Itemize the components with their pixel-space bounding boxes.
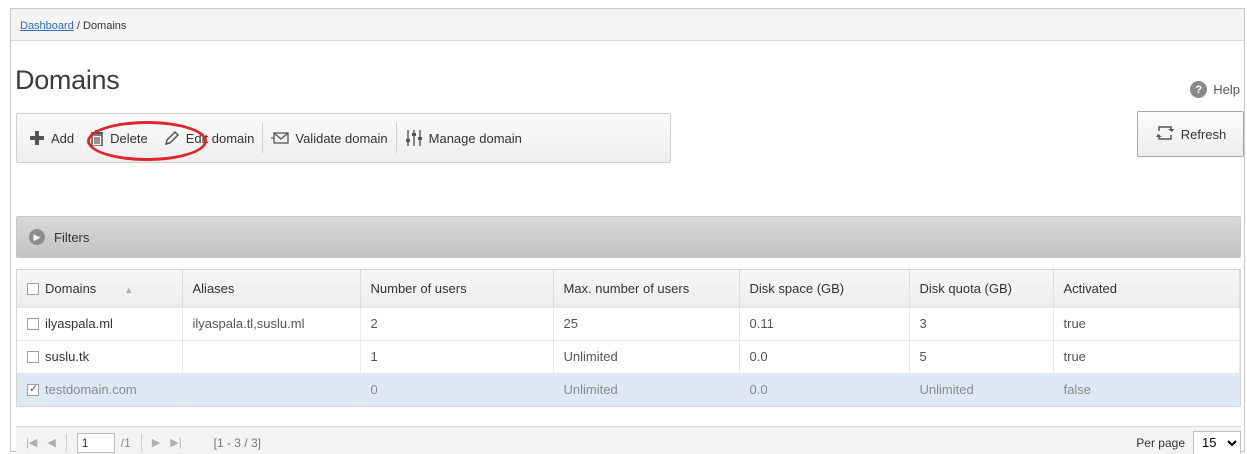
refresh-button[interactable]: Refresh	[1137, 111, 1244, 157]
first-page-icon[interactable]: |◀	[26, 436, 37, 449]
toolbar: Add Delete Edit domain Validate domain M…	[16, 113, 671, 163]
validate-domain-label: Validate domain	[295, 130, 388, 146]
aliases-cell	[182, 373, 361, 406]
next-page-icon[interactable]: ▶	[152, 436, 160, 449]
disk-space-cell: 0.11	[739, 307, 910, 340]
domain-cell: testdomain.com	[17, 373, 183, 406]
delete-label: Delete	[110, 130, 148, 146]
max-users-cell: Unlimited	[553, 340, 740, 373]
aliases-cell: ilyaspala.tl,suslu.ml	[182, 307, 361, 340]
domains-table: Domains ▲ Aliases Number of users Max. nu…	[16, 269, 1241, 407]
help-icon: ?	[1190, 81, 1208, 98]
select-all-checkbox[interactable]	[27, 282, 39, 295]
add-label: Add	[51, 130, 75, 146]
domain-cell: ilyaspala.ml	[17, 307, 183, 340]
column-label: Domains	[45, 280, 97, 296]
pencil-icon	[164, 130, 180, 146]
refresh-icon	[1155, 124, 1175, 145]
domain-cell: suslu.tk	[17, 340, 183, 373]
delete-button[interactable]: Delete	[82, 122, 156, 154]
column-header-number-of-users[interactable]: Number of users	[360, 270, 554, 307]
record-range: [1 - 3 / 3]	[213, 435, 261, 450]
disk-space-cell: 0.0	[739, 373, 910, 406]
refresh-label: Refresh	[1180, 126, 1227, 142]
users-cell: 1	[360, 340, 554, 373]
column-header-disk-quota[interactable]: Disk quota (GB)	[909, 270, 1054, 307]
filters-toggle[interactable]: ▶ Filters	[16, 216, 1241, 258]
per-page-select[interactable]: 15	[1193, 430, 1241, 454]
max-users-cell: 25	[553, 307, 740, 340]
sort-caret-icon: ▲	[124, 284, 134, 295]
disk-quota-cell: Unlimited	[909, 373, 1054, 406]
per-page-label: Per page	[1136, 435, 1185, 450]
column-header-max-users[interactable]: Max. number of users	[553, 270, 740, 307]
pager-divider	[140, 433, 142, 452]
filters-label: Filters	[54, 229, 90, 245]
add-button[interactable]: Add	[21, 122, 82, 154]
expand-arrow-icon: ▶	[29, 229, 45, 245]
row-checkbox[interactable]	[27, 318, 39, 330]
breadcrumb-dashboard-link[interactable]: Dashboard	[20, 20, 74, 32]
edit-domain-button[interactable]: Edit domain	[156, 122, 263, 154]
total-pages: /1	[120, 435, 131, 450]
column-header-disk-space[interactable]: Disk space (GB)	[739, 270, 910, 307]
envelope-check-icon	[271, 131, 290, 145]
pager-divider	[65, 433, 67, 452]
page-title: Domains	[15, 65, 120, 95]
help-link[interactable]: ? Help	[1190, 81, 1240, 98]
help-label: Help	[1213, 82, 1240, 97]
column-header-aliases[interactable]: Aliases	[182, 270, 361, 307]
column-header-activated[interactable]: Activated	[1053, 270, 1240, 307]
prev-page-icon[interactable]: ◀	[47, 436, 55, 449]
max-users-cell: Unlimited	[553, 373, 740, 406]
domain-name: ilyaspala.ml	[45, 316, 113, 331]
disk-quota-cell: 5	[909, 340, 1054, 373]
table-header-row: Domains ▲ Aliases Number of users Max. nu…	[17, 270, 1240, 307]
per-page-control: Per page 15	[1136, 430, 1241, 454]
validate-domain-button[interactable]: Validate domain	[263, 122, 395, 154]
activated-cell: true	[1053, 340, 1240, 373]
table-row[interactable]: testdomain.com 0 Unlimited 0.0 Unlimited…	[17, 373, 1240, 406]
activated-cell: false	[1053, 373, 1240, 406]
domain-name: testdomain.com	[45, 382, 137, 398]
table-row[interactable]: suslu.tk 1 Unlimited 0.0 5 true	[17, 340, 1240, 373]
breadcrumb-current: Domains	[83, 20, 127, 32]
table-row[interactable]: ilyaspala.ml ilyaspala.tl,suslu.ml 2 25 …	[17, 307, 1240, 340]
domains-panel: Dashboard / Domains Domains ? Help Add D…	[10, 8, 1245, 454]
disk-quota-cell: 3	[909, 307, 1054, 340]
manage-domain-button[interactable]: Manage domain	[397, 122, 530, 154]
pagination-bar: |◀ ◀ /1 ▶ ▶| [1 - 3 / 3] Per page 15	[16, 426, 1241, 454]
breadcrumb: Dashboard / Domains	[11, 9, 1244, 41]
trash-icon	[90, 130, 104, 146]
breadcrumb-separator: /	[73, 20, 83, 32]
disk-space-cell: 0.0	[739, 340, 910, 373]
last-page-icon[interactable]: ▶|	[170, 436, 181, 449]
manage-domain-label: Manage domain	[428, 130, 522, 146]
page-number-input[interactable]	[76, 432, 115, 453]
row-checkbox[interactable]	[27, 382, 39, 397]
activated-cell: true	[1053, 307, 1240, 340]
plus-icon	[29, 130, 45, 146]
aliases-cell	[182, 340, 361, 373]
sliders-icon	[405, 129, 423, 147]
users-cell: 0	[360, 373, 554, 406]
column-header-domains[interactable]: Domains ▲	[17, 270, 183, 307]
edit-domain-label: Edit domain	[185, 130, 255, 146]
domain-name: suslu.tk	[45, 349, 90, 364]
users-cell: 2	[360, 307, 554, 340]
row-checkbox[interactable]	[27, 351, 39, 363]
